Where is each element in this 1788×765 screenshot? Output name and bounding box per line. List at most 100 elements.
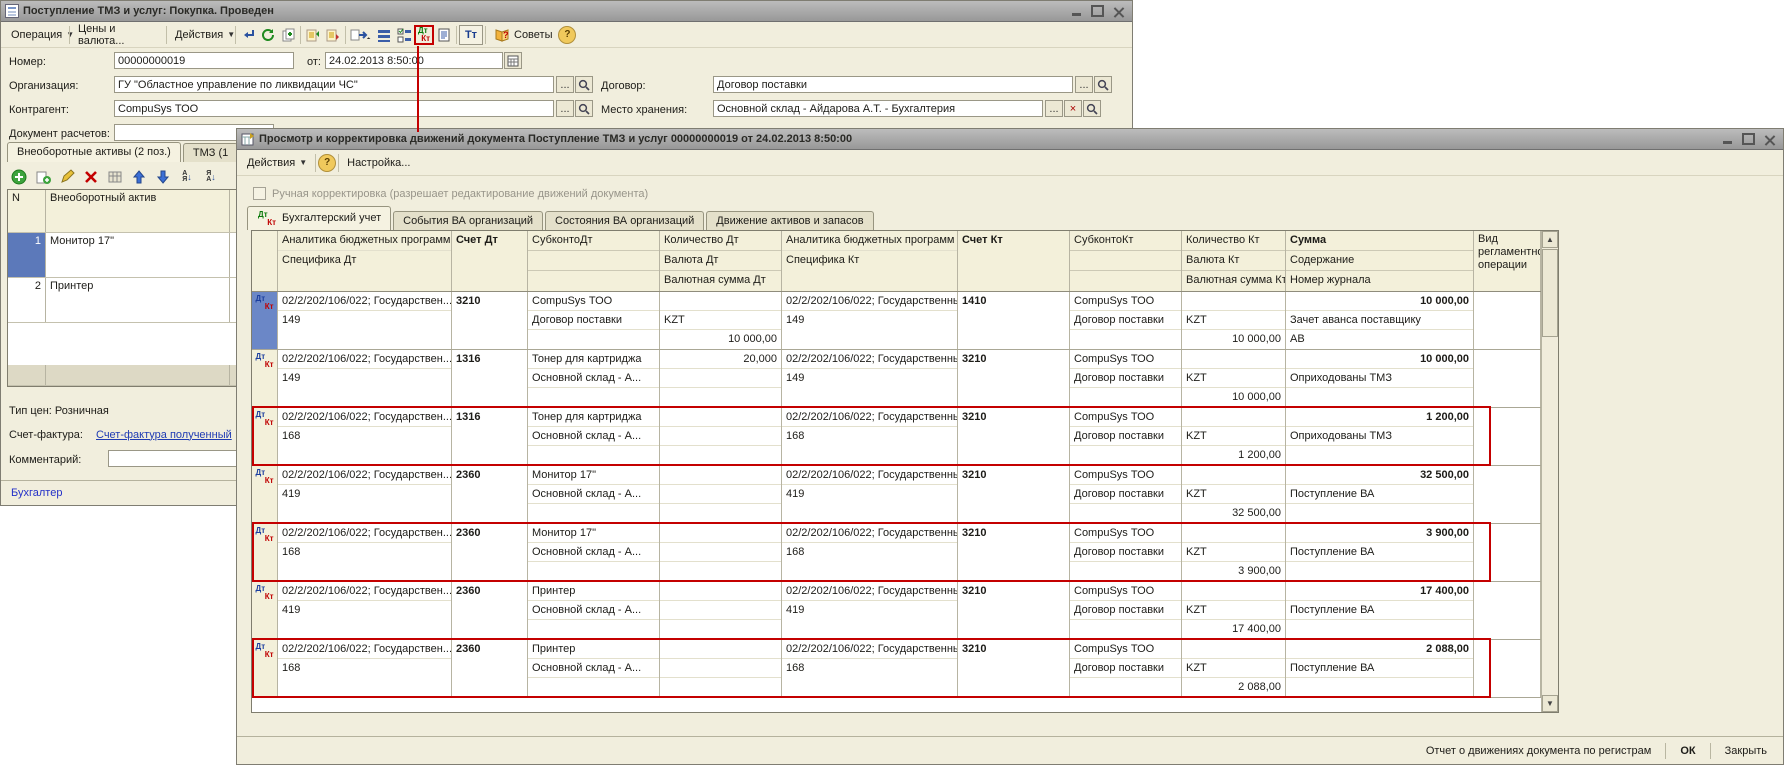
col-dt-analytics[interactable]: Аналитика бюджетных программ... <box>278 231 451 251</box>
col-content[interactable]: Содержание <box>1286 251 1473 271</box>
storage-search-icon[interactable] <box>1083 100 1101 117</box>
dt-cur-amount-cell[interactable]: 10 000,00 <box>660 330 781 349</box>
amount-cell[interactable]: 17 400,00 <box>1286 582 1473 601</box>
dt-currency-cell[interactable] <box>660 601 781 620</box>
kt-specifics-cell[interactable]: 149 <box>782 311 957 348</box>
kt-specifics-cell[interactable]: 419 <box>782 485 957 522</box>
tab-accounting[interactable]: ДтКт Бухгалтерский учет <box>247 206 391 230</box>
scroll-down-icon[interactable]: ▼ <box>1542 695 1558 712</box>
journal-cell[interactable] <box>1286 388 1473 407</box>
col-dt-currency[interactable]: Валюта Дт <box>660 251 781 271</box>
kt-account-cell[interactable]: 3210 <box>958 582 1069 638</box>
refresh-icon[interactable] <box>258 25 278 45</box>
table-row[interactable]: ДтКт 02/2/202/106/022; Государствен... 4… <box>252 582 1558 640</box>
column-header-n[interactable]: N <box>8 190 46 232</box>
vid-cell[interactable] <box>1474 350 1541 407</box>
post-document-icon[interactable] <box>238 25 258 45</box>
kt-cur-amount-cell[interactable]: 1 200,00 <box>1182 446 1285 465</box>
row-number-cell[interactable]: 2 <box>8 278 46 322</box>
amount-cell[interactable]: 3 900,00 <box>1286 524 1473 543</box>
kt-subconto1-cell[interactable]: CompuSys ТОО <box>1070 640 1181 659</box>
dt-currency-cell[interactable] <box>660 369 781 388</box>
dt-analytics-cell[interactable]: 02/2/202/106/022; Государствен... <box>278 466 451 485</box>
dt-cur-amount-cell[interactable] <box>660 620 781 639</box>
delete-row-icon[interactable] <box>81 167 101 187</box>
kt-currency-cell[interactable]: KZT <box>1182 427 1285 446</box>
dt-subconto2-cell[interactable]: Основной склад - А... <box>528 659 659 678</box>
table-row[interactable]: ДтКт 02/2/202/106/022; Государствен... 4… <box>252 466 1558 524</box>
dtkt-movements-icon[interactable]: ДтКт <box>414 25 434 45</box>
dt-cur-amount-cell[interactable] <box>660 388 781 407</box>
kt-cur-amount-cell[interactable]: 2 088,00 <box>1182 678 1285 697</box>
kt-subconto2-cell[interactable]: Договор поставки <box>1070 369 1181 388</box>
contract-input[interactable]: Договор поставки <box>713 76 1073 93</box>
col-vid[interactable]: Вид регламентной операции <box>1474 231 1540 291</box>
calendar-icon[interactable] <box>504 52 522 69</box>
date-input[interactable]: 24.02.2013 8:50:00 <box>325 52 503 69</box>
table-row[interactable]: ДтКт 02/2/202/106/022; Государствен... 1… <box>252 640 1558 698</box>
amount-cell[interactable]: 10 000,00 <box>1286 292 1473 311</box>
kt-account-cell[interactable]: 3210 <box>958 524 1069 580</box>
content-cell[interactable]: Зачет аванса поставщику <box>1286 311 1473 330</box>
organization-input[interactable]: ГУ "Областное управление по ликвидации Ч… <box>114 76 554 93</box>
move-up-icon[interactable] <box>129 167 149 187</box>
kt-subconto1-cell[interactable]: CompuSys ТОО <box>1070 582 1181 601</box>
dt-qty-cell[interactable] <box>660 466 781 485</box>
journal-cell[interactable] <box>1286 620 1473 639</box>
document-window-titlebar[interactable]: Поступление ТМЗ и услуг: Покупка. Провед… <box>1 1 1132 22</box>
row-dtkt-icon-cell[interactable]: ДтКт <box>252 466 278 523</box>
kt-subconto1-cell[interactable]: CompuSys ТОО <box>1070 292 1181 311</box>
col-dt-account[interactable]: Счет Дт <box>452 231 527 291</box>
col-kt-cur-amount[interactable]: Валютная сумма Кт <box>1182 271 1285 291</box>
kt-analytics-cell[interactable]: 02/2/202/106/022; Государственный ... <box>782 582 957 601</box>
tab-va-events[interactable]: События ВА организаций <box>393 211 543 230</box>
kt-subconto2-cell[interactable]: Договор поставки <box>1070 485 1181 504</box>
sort-ascending-icon[interactable]: АЯ↓ <box>177 167 197 187</box>
close-button[interactable] <box>1762 133 1777 146</box>
kt-cur-amount-cell[interactable]: 3 900,00 <box>1182 562 1285 581</box>
table-row[interactable]: ДтКт 02/2/202/106/022; Государствен... 1… <box>252 350 1558 408</box>
actions-menu[interactable]: Действия▼ <box>169 26 233 44</box>
counterparty-select-button[interactable]: ... <box>556 100 574 117</box>
journal-cell[interactable] <box>1286 504 1473 523</box>
kt-qty-cell[interactable] <box>1182 466 1285 485</box>
dt-account-cell[interactable]: 2360 <box>452 524 527 580</box>
dt-subconto2-cell[interactable]: Основной склад - А... <box>528 369 659 388</box>
dt-subconto2-cell[interactable]: Договор поставки <box>528 311 659 330</box>
dt-specifics-cell[interactable]: 168 <box>278 427 451 464</box>
dt-qty-cell[interactable]: 20,000 <box>660 350 781 369</box>
dt-analytics-cell[interactable]: 02/2/202/106/022; Государствен... <box>278 524 451 543</box>
col-dt-cur-amount[interactable]: Валютная сумма Дт <box>660 271 781 291</box>
asset-cell[interactable]: Принтер <box>46 278 230 322</box>
vid-cell[interactable] <box>1474 292 1541 349</box>
kt-qty-cell[interactable] <box>1182 640 1285 659</box>
amount-cell[interactable]: 1 200,00 <box>1286 408 1473 427</box>
prices-currency-button[interactable]: Цены и валюта... <box>72 20 164 50</box>
dt-cur-amount-cell[interactable] <box>660 678 781 697</box>
scrollbar-thumb[interactable] <box>1542 249 1558 337</box>
tab-va-states[interactable]: Состояния ВА организаций <box>545 211 704 230</box>
kt-cur-amount-cell[interactable]: 10 000,00 <box>1182 330 1285 349</box>
dt-specifics-cell[interactable]: 168 <box>278 659 451 696</box>
maximize-button[interactable] <box>1090 5 1105 18</box>
kt-analytics-cell[interactable]: 02/2/202/106/022; Государственный ... <box>782 466 957 485</box>
kt-qty-cell[interactable] <box>1182 524 1285 543</box>
dt-subconto1-cell[interactable]: Принтер <box>528 640 659 659</box>
dt-subconto1-cell[interactable]: Принтер <box>528 582 659 601</box>
col-journal[interactable]: Номер журнала <box>1286 271 1473 291</box>
amount-cell[interactable]: 2 088,00 <box>1286 640 1473 659</box>
text-format-toggle[interactable]: Тт <box>459 25 483 45</box>
dt-account-cell[interactable]: 1316 <box>452 408 527 464</box>
content-cell[interactable]: Поступление ВА <box>1286 601 1473 620</box>
dt-analytics-cell[interactable]: 02/2/202/106/022; Государствен... <box>278 408 451 427</box>
ok-button[interactable]: ОК <box>1674 742 1701 760</box>
row-dtkt-icon-cell[interactable]: ДтКт <box>252 524 278 581</box>
col-kt-analytics[interactable]: Аналитика бюджетных программ Кт <box>782 231 957 251</box>
dt-subconto2-cell[interactable]: Основной склад - А... <box>528 601 659 620</box>
dt-cur-amount-cell[interactable] <box>660 504 781 523</box>
kt-specifics-cell[interactable]: 168 <box>782 659 957 696</box>
col-amount[interactable]: Сумма <box>1286 231 1473 251</box>
dt-account-cell[interactable]: 2360 <box>452 466 527 522</box>
dt-subconto2-cell[interactable]: Основной склад - А... <box>528 543 659 562</box>
kt-cur-amount-cell[interactable]: 32 500,00 <box>1182 504 1285 523</box>
